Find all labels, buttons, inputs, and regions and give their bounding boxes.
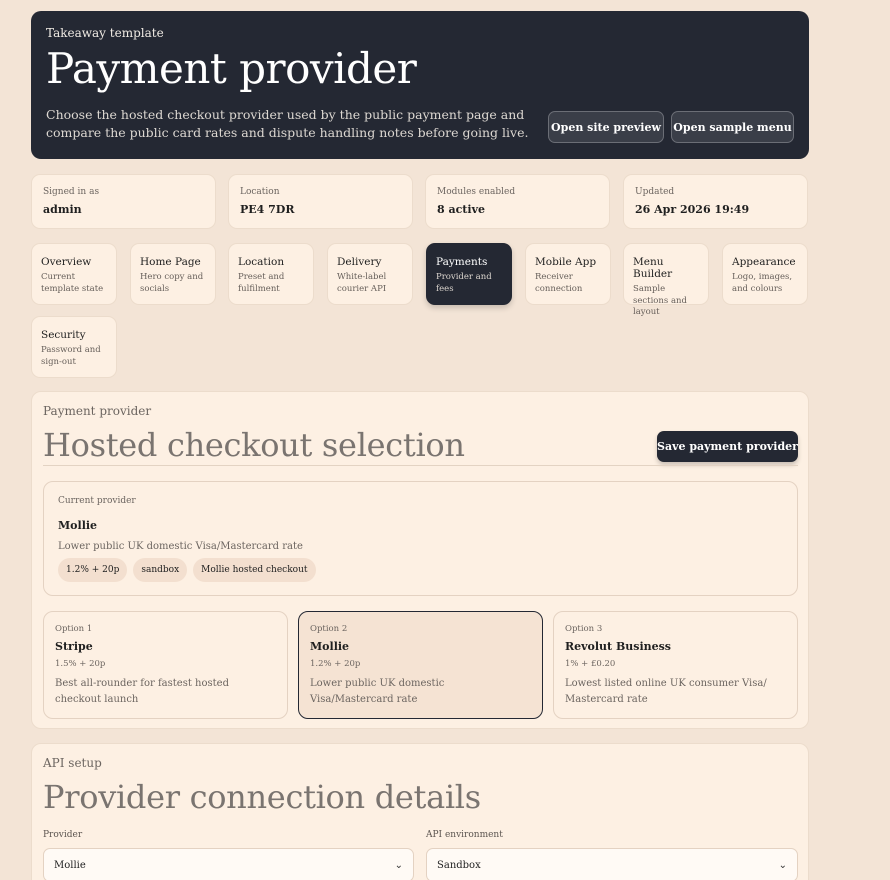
stat-label: Modules enabled	[437, 187, 516, 197]
nav-desc: Receiver connection	[535, 272, 583, 294]
stat-location: Location PE4 7DR	[228, 174, 413, 229]
section-label: Payment provider	[43, 404, 152, 418]
nav-title: Overview	[41, 256, 92, 268]
provider-chips: 1.2% + 20p sandbox Mollie hosted checkou…	[58, 558, 783, 582]
nav-title: Security	[41, 329, 86, 341]
nav-title: Appearance	[732, 256, 796, 268]
option-name: Mollie	[310, 640, 350, 653]
provider-option-stripe[interactable]: Option 1 Stripe 1.5% + 20p Best all-roun…	[43, 611, 288, 719]
stat-value: PE4 7DR	[240, 203, 295, 216]
api-environment-select[interactable]: Sandbox ⌄	[426, 848, 798, 880]
section-heading: Hosted checkout selection	[43, 426, 465, 464]
provider-select[interactable]: Mollie ⌄	[43, 848, 414, 880]
stat-label: Signed in as	[43, 187, 100, 197]
provider-field-label: Provider	[43, 830, 83, 840]
provider-select-value: Mollie	[54, 859, 86, 871]
nav-desc: Password and sign-out	[41, 345, 101, 367]
option-desc: Best all-rounder for fastest hosted chec…	[55, 678, 229, 705]
provider-option-mollie[interactable]: Option 2 Mollie 1.2% + 20p Lower public …	[298, 611, 543, 719]
stat-modules: Modules enabled 8 active	[425, 174, 610, 229]
chevron-down-icon: ⌄	[778, 859, 787, 871]
api-environment-label: API environment	[426, 830, 503, 840]
stat-label: Updated	[635, 187, 675, 197]
nav-appearance[interactable]: Appearance Logo, images, and colours	[722, 243, 808, 305]
nav-location[interactable]: Location Preset and fulfilment	[228, 243, 314, 305]
option-label: Option 2	[310, 624, 348, 634]
section-label: API setup	[43, 756, 102, 770]
option-label: Option 1	[55, 624, 93, 634]
option-desc: Lower public UK domestic Visa/Mastercard…	[310, 678, 445, 705]
nav-desc: Preset and fulfilment	[238, 272, 285, 294]
current-provider-desc: Lower public UK domestic Visa/Mastercard…	[58, 541, 303, 552]
nav-desc: Provider and fees	[436, 272, 492, 294]
nav-delivery[interactable]: Delivery White-label courier API	[327, 243, 413, 305]
option-fee: 1.5% + 20p	[55, 659, 106, 669]
payment-provider-card: Payment provider Hosted checkout selecti…	[31, 391, 809, 729]
nav-desc: White-label courier API	[337, 272, 387, 294]
current-provider-label: Current provider	[58, 496, 136, 506]
chevron-down-icon: ⌄	[394, 859, 403, 871]
nav-title: Mobile App	[535, 256, 597, 268]
fee-chip: 1.2% + 20p	[58, 558, 128, 582]
page-title: Payment provider	[46, 44, 417, 93]
option-label: Option 3	[565, 624, 603, 634]
nav-payments[interactable]: Payments Provider and fees	[426, 243, 512, 305]
stat-signed-in: Signed in as admin	[31, 174, 216, 229]
provider-option-revolut[interactable]: Option 3 Revolut Business 1% + £0.20 Low…	[553, 611, 798, 719]
nav-home-page[interactable]: Home Page Hero copy and socials	[130, 243, 216, 305]
stat-value: admin	[43, 203, 82, 216]
nav-security[interactable]: Security Password and sign-out	[31, 316, 117, 378]
current-provider-panel: Current provider Mollie Lower public UK …	[43, 481, 798, 596]
environment-chip: sandbox	[133, 558, 188, 582]
section-heading: Provider connection details	[43, 778, 481, 816]
stat-updated: Updated 26 Apr 2026 19:49	[623, 174, 808, 229]
api-environment-value: Sandbox	[437, 859, 481, 871]
nav-title: Home Page	[140, 256, 201, 268]
option-desc: Lowest listed online UK consumer Visa/ M…	[565, 678, 767, 705]
nav-title: Delivery	[337, 256, 382, 268]
option-fee: 1% + £0.20	[565, 659, 616, 669]
option-name: Revolut Business	[565, 640, 672, 653]
option-name: Stripe	[55, 640, 93, 653]
nav-mobile-app[interactable]: Mobile App Receiver connection	[525, 243, 611, 305]
option-fee: 1.2% + 20p	[310, 659, 361, 669]
stat-value: 8 active	[437, 203, 485, 216]
template-kicker: Takeaway template	[46, 26, 164, 40]
nav-title: Location	[238, 256, 285, 268]
nav-desc: Sample sections and layout	[633, 284, 687, 317]
nav-desc: Hero copy and socials	[140, 272, 204, 294]
current-provider-name: Mollie	[58, 519, 98, 532]
stat-label: Location	[240, 187, 280, 197]
nav-desc: Logo, images, and colours	[732, 272, 793, 294]
nav-menu-builder[interactable]: Menu Builder Sample sections and layout	[623, 243, 709, 317]
page-header: Takeaway template Payment provider Choos…	[31, 11, 809, 159]
divider	[43, 465, 798, 466]
nav-desc: Current template state	[41, 272, 104, 294]
stat-value: 26 Apr 2026 19:49	[635, 203, 750, 216]
nav-title: Menu Builder	[633, 256, 673, 280]
api-setup-card: API setup Provider connection details Pr…	[31, 743, 809, 880]
open-site-preview-button[interactable]: Open site preview	[548, 111, 664, 143]
page-description: Choose the hosted checkout provider used…	[46, 107, 529, 140]
open-sample-menu-button[interactable]: Open sample menu	[671, 111, 794, 143]
checkout-chip: Mollie hosted checkout	[193, 558, 316, 582]
save-payment-provider-button[interactable]: Save payment provider	[657, 431, 798, 462]
nav-overview[interactable]: Overview Current template state	[31, 243, 117, 305]
nav-title: Payments	[436, 256, 488, 268]
